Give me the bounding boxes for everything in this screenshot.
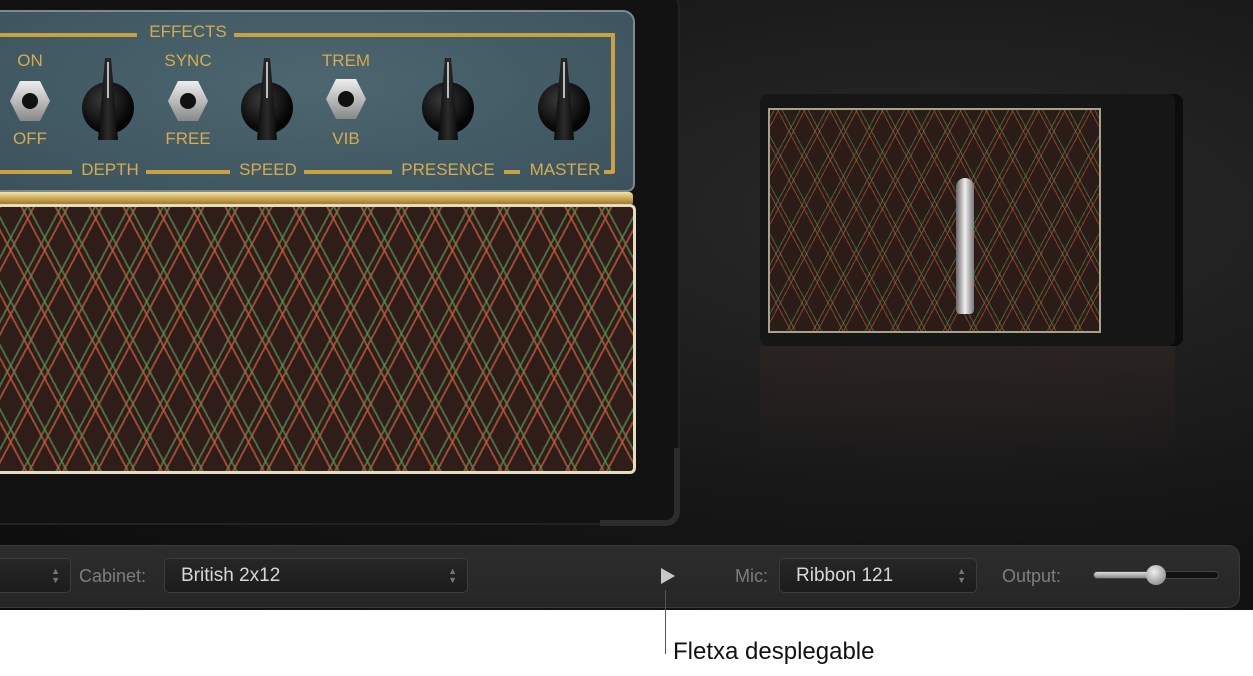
trim-line — [234, 33, 614, 37]
cabinet-select[interactable]: British 2x12 ▲ ▼ — [164, 558, 468, 593]
up-down-arrows-icon: ▲ ▼ — [957, 566, 966, 585]
callout-label: Fletxa desplegable — [673, 638, 875, 665]
master-label: MASTER — [529, 160, 601, 179]
presence-knob[interactable] — [422, 62, 474, 134]
toggle-label-on: ON — [17, 51, 43, 70]
mic-label: Mic: — [735, 566, 768, 586]
up-down-arrows-icon: ▲ ▼ — [448, 566, 457, 585]
microphone-icon[interactable] — [956, 178, 974, 314]
output-label: Output: — [1002, 566, 1062, 586]
mic-select[interactable]: Ribbon 121 ▲ ▼ — [779, 558, 977, 593]
amp-select[interactable]: ▲ ▼ — [0, 558, 71, 593]
toggle-label-off: OFF — [13, 129, 47, 148]
trim-line — [611, 33, 615, 173]
amp-grille — [0, 204, 636, 474]
speed-knob[interactable] — [241, 62, 293, 134]
trim-line — [0, 33, 137, 37]
mic-value: Ribbon 121 — [796, 565, 894, 586]
callout-line — [665, 590, 666, 654]
depth-label: DEPTH — [81, 160, 139, 179]
trim-line — [604, 170, 614, 174]
toggle-label-sync: SYNC — [164, 51, 212, 70]
depth-knob[interactable] — [82, 62, 134, 134]
toggle-label-trem: TREM — [321, 51, 371, 70]
amp-designer-view: EFFECTS ON OFF SYNC FREE TREM VIB DEPTH … — [0, 0, 1253, 610]
trim-line — [0, 170, 72, 174]
cabinet-grille — [768, 108, 1101, 333]
trim-line — [146, 170, 230, 174]
toggle-label-vib: VIB — [332, 129, 360, 148]
disclosure-triangle-icon[interactable] — [661, 568, 675, 584]
cabinet-value: British 2x12 — [181, 565, 281, 586]
output-slider-thumb[interactable] — [1146, 565, 1166, 585]
cabinet-label: Cabinet: — [79, 566, 147, 586]
speaker-cabinet — [760, 94, 1175, 346]
presence-label: PRESENCE — [401, 160, 495, 179]
master-knob[interactable] — [538, 62, 590, 134]
trim-line — [304, 170, 392, 174]
trim-line — [504, 170, 520, 174]
toggle-label-free: FREE — [165, 129, 211, 148]
effects-title: EFFECTS — [149, 22, 227, 41]
speed-label: SPEED — [239, 160, 297, 179]
cabinet-reflection — [760, 346, 1175, 466]
up-down-arrows-icon: ▲ ▼ — [51, 566, 60, 585]
corner-protector — [600, 448, 680, 526]
output-slider[interactable] — [1093, 565, 1219, 585]
